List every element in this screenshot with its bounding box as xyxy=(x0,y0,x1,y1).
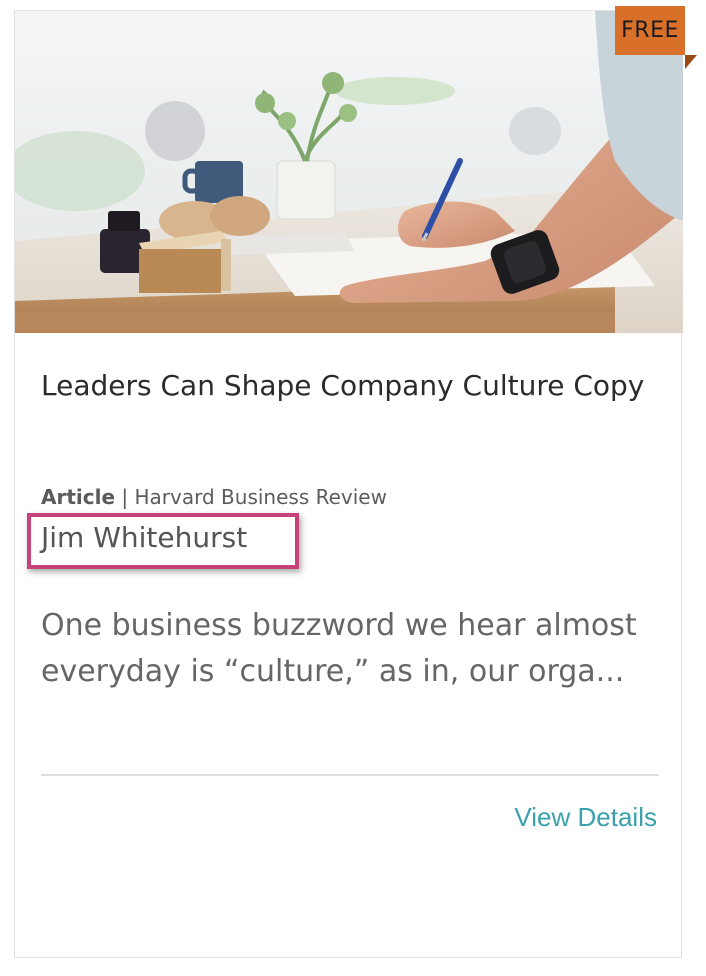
card-description: One business buzzword we hear almost eve… xyxy=(41,608,637,689)
card-image[interactable] xyxy=(15,11,683,333)
content-source: Harvard Business Review xyxy=(134,485,387,509)
free-badge: FREE xyxy=(615,6,685,55)
badge-fold xyxy=(685,55,697,69)
card-divider xyxy=(41,774,659,776)
author-name: Jim Whitehurst xyxy=(41,521,248,554)
card-title[interactable]: Leaders Can Shape Company Culture Copy xyxy=(41,363,661,408)
view-details-link[interactable]: View Details xyxy=(514,802,657,833)
card-photo xyxy=(15,11,683,333)
content-type: Article xyxy=(41,485,116,509)
meta-separator: | xyxy=(121,485,129,509)
card-meta: Article | Harvard Business Review xyxy=(41,485,387,509)
content-card[interactable]: FREE Leaders Can Shape Company Culture C… xyxy=(14,6,697,958)
